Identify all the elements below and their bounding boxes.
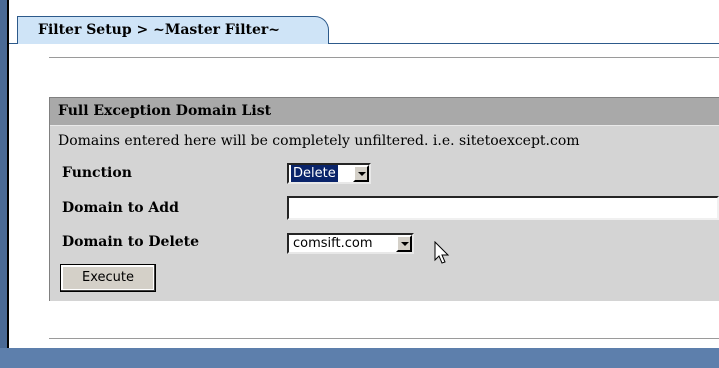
chevron-down-icon[interactable] (353, 165, 369, 182)
window-frame-bottom (0, 348, 719, 368)
arrow-cursor-icon (434, 241, 450, 264)
function-select-value: Delete (291, 165, 338, 182)
function-label: Function (62, 165, 132, 181)
domain-to-delete-value: comsift.com (293, 236, 373, 251)
domain-to-add-label: Domain to Add (62, 200, 179, 216)
chevron-down-icon[interactable] (396, 235, 412, 252)
window-frame-inner-border (7, 0, 9, 348)
tab-underline-right (329, 43, 719, 44)
tab-filter-setup[interactable]: Filter Setup > ~Master Filter~ (17, 16, 329, 44)
function-select[interactable]: Delete (287, 163, 371, 184)
domain-to-delete-label: Domain to Delete (62, 234, 200, 250)
domain-to-add-input[interactable] (287, 196, 719, 220)
panel-description: Domains entered here will be completely … (58, 133, 580, 149)
tab-title: Filter Setup > ~Master Filter~ (38, 22, 280, 38)
bottom-divider (49, 338, 719, 340)
tab-underline-left (9, 43, 18, 44)
window-frame-left (0, 0, 7, 368)
execute-button[interactable]: Execute (60, 264, 156, 292)
top-divider (49, 57, 719, 59)
domain-to-delete-select[interactable]: comsift.com (287, 233, 414, 254)
panel-header: Full Exception Domain List (50, 98, 719, 126)
